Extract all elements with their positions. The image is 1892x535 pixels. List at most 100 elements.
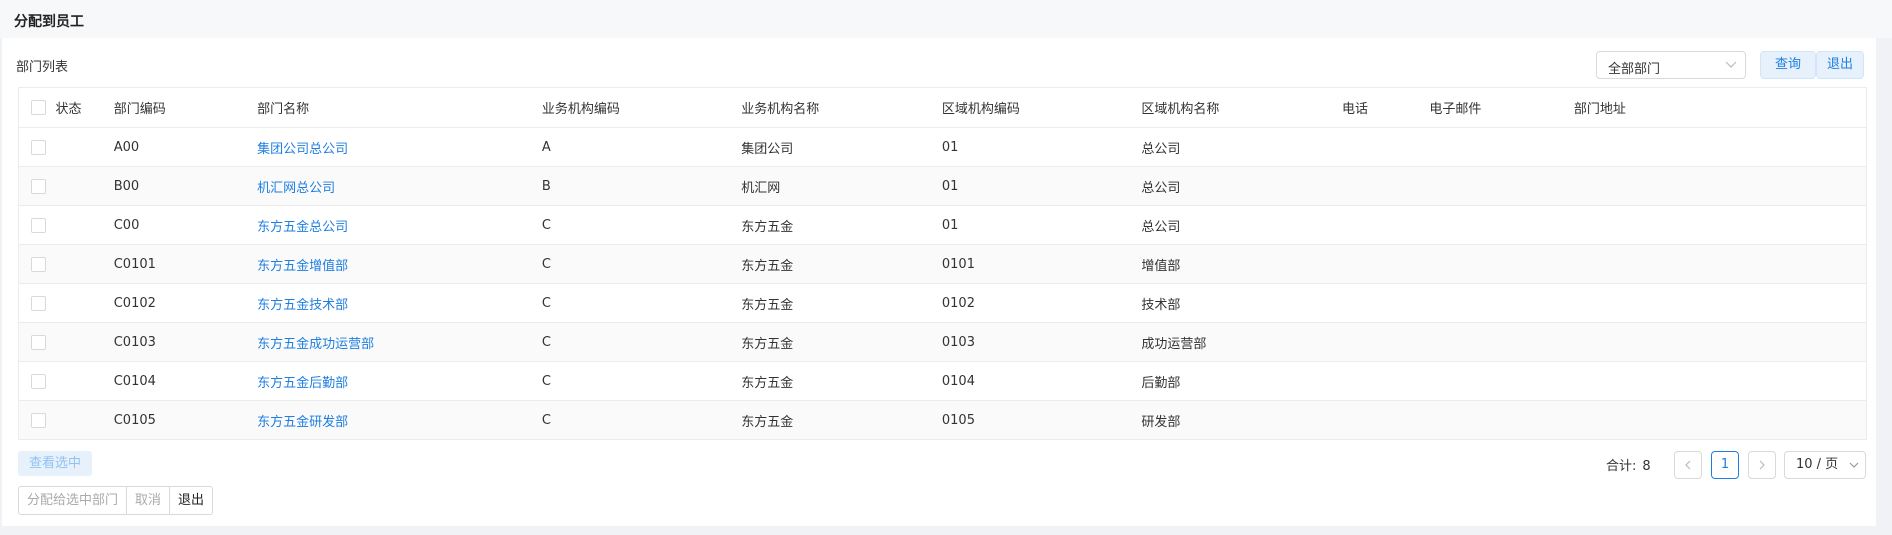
cancel-button[interactable]: 取消 [127,487,171,514]
view-selected-button[interactable]: 查看选中 [18,451,92,476]
column-header[interactable]: 部门名称 [257,87,542,128]
row-checkbox[interactable] [31,217,46,233]
row-select-cell [18,361,56,401]
cell-biz-name: 机汇网 [741,166,942,206]
cell-phone [1341,283,1430,323]
cell-biz-name: 东方五金 [741,361,942,401]
cell-biz-code: C [541,283,742,323]
department-name-link[interactable]: 东方五金研发部 [257,415,348,430]
table-row[interactable]: C0101 东方五金增值部 C 东方五金 0101 增值部 [18,244,1867,284]
column-header[interactable]: 电子邮件 [1429,87,1574,128]
cell-email [1429,400,1574,440]
cell-biz-code: C [541,322,742,362]
column-header[interactable]: 部门地址 [1573,87,1867,128]
cell-region-code: 01 [941,127,1142,167]
row-checkbox[interactable] [31,295,46,311]
row-select-cell [18,244,56,284]
cell-email [1429,244,1574,284]
cell-region-code: 0101 [941,244,1142,284]
query-button[interactable]: 查询 [1760,51,1816,79]
cell-email [1429,205,1574,245]
table-row[interactable]: C0103 东方五金成功运营部 C 东方五金 0103 成功运营部 [18,322,1867,362]
cell-name: 东方五金总公司 [257,205,542,245]
row-checkbox[interactable] [31,178,46,194]
cell-status [55,322,114,362]
cell-code: C00 [113,205,258,245]
cell-code: C0102 [113,283,258,323]
cell-name: 集团公司总公司 [257,127,542,167]
cell-region-name: 总公司 [1141,166,1342,206]
cell-email [1429,127,1574,167]
department-name-link[interactable]: 东方五金增值部 [257,259,348,274]
assign-selected-button[interactable]: 分配给选中部门 [19,487,128,514]
cell-name: 东方五金成功运营部 [257,322,542,362]
table-row[interactable]: C0104 东方五金后勤部 C 东方五金 0104 后勤部 [18,361,1867,401]
table-row[interactable]: B00 机汇网总公司 B 机汇网 01 总公司 [18,166,1867,206]
row-checkbox[interactable] [31,139,46,155]
cell-region-name: 研发部 [1141,400,1342,440]
department-name-link[interactable]: 东方五金总公司 [257,220,348,235]
cell-code: C0103 [113,322,258,362]
page-size-select[interactable]: 10 / 页 [1784,451,1866,479]
cell-code: A00 [113,127,258,167]
cell-region-code: 01 [941,205,1142,245]
cell-name: 东方五金研发部 [257,400,542,440]
page-number-button[interactable]: 1 [1711,451,1739,479]
cell-biz-code: A [541,127,742,167]
row-select-cell [18,127,56,167]
cell-name: 机汇网总公司 [257,166,542,206]
department-name-link[interactable]: 机汇网总公司 [257,181,335,196]
cell-region-code: 01 [941,166,1142,206]
column-header[interactable]: 业务机构名称 [741,87,942,128]
chevron-left-icon [1685,460,1691,470]
cell-phone [1341,127,1430,167]
cell-biz-code: B [541,166,742,206]
column-header[interactable]: 业务机构编码 [541,87,742,128]
exit-button[interactable]: 退出 [170,487,212,514]
table-row[interactable]: C0102 东方五金技术部 C 东方五金 0102 技术部 [18,283,1867,323]
cell-biz-name: 东方五金 [741,322,942,362]
cell-region-name: 总公司 [1141,127,1342,167]
prev-page-button[interactable] [1674,451,1702,479]
column-header[interactable]: 区域机构名称 [1141,87,1342,128]
column-header[interactable]: 电话 [1341,87,1430,128]
row-checkbox[interactable] [31,373,46,389]
cell-biz-code: C [541,244,742,284]
cell-address [1573,205,1867,245]
row-checkbox[interactable] [31,412,46,428]
department-name-link[interactable]: 东方五金技术部 [257,298,348,313]
exit-button-top[interactable]: 退出 [1816,51,1864,79]
total-count: 合计: 8 [1606,455,1651,474]
department-name-link[interactable]: 东方五金后勤部 [257,376,348,391]
cell-status [55,361,114,401]
table-row[interactable]: C00 东方五金总公司 C 东方五金 01 总公司 [18,205,1867,245]
cell-region-name: 后勤部 [1141,361,1342,401]
cell-address [1573,166,1867,206]
column-header[interactable]: 状态 [55,87,114,128]
cell-address [1573,127,1867,167]
chevron-down-icon [1849,462,1859,468]
cell-status [55,244,114,284]
next-page-button[interactable] [1748,451,1776,479]
cell-region-name: 总公司 [1141,205,1342,245]
table-row[interactable]: C0105 东方五金研发部 C 东方五金 0105 研发部 [18,400,1867,440]
row-checkbox[interactable] [31,256,46,272]
department-name-link[interactable]: 东方五金成功运营部 [257,337,374,352]
table-row[interactable]: A00 集团公司总公司 A 集团公司 01 总公司 [18,127,1867,167]
cell-region-code: 0104 [941,361,1142,401]
cell-phone [1341,244,1430,284]
cell-address [1573,361,1867,401]
row-checkbox[interactable] [31,334,46,350]
cell-status [55,166,114,206]
column-header[interactable]: 区域机构编码 [941,87,1142,128]
cell-phone [1341,361,1430,401]
action-button-group: 分配给选中部门 取消 退出 [18,486,214,515]
page-header: 分配到员工 [0,0,1892,38]
department-select[interactable]: 全部部门 [1596,51,1746,79]
cell-status [55,283,114,323]
cell-biz-name: 集团公司 [741,127,942,167]
cell-code: B00 [113,166,258,206]
select-all-checkbox[interactable] [31,100,46,115]
department-name-link[interactable]: 集团公司总公司 [257,142,348,157]
column-header[interactable]: 部门编码 [113,87,258,128]
